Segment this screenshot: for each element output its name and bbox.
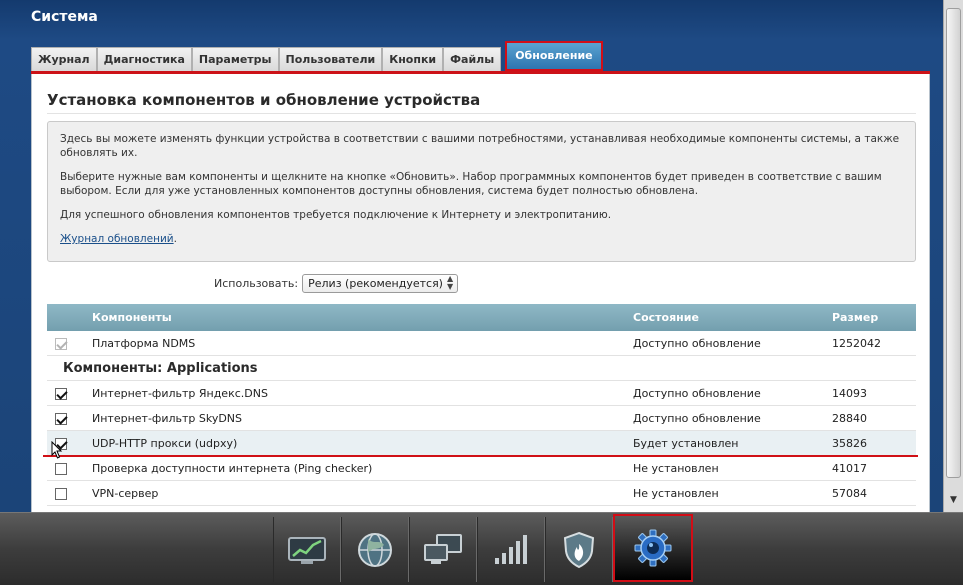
dock-wifi-button[interactable] xyxy=(477,517,545,582)
component-size: 28840 xyxy=(832,411,867,425)
divider xyxy=(47,113,916,114)
component-state: Не установлен xyxy=(633,461,719,475)
release-channel-value: Релиз (рекомендуется) xyxy=(308,276,443,290)
scroll-down-arrow-icon[interactable]: ▼ xyxy=(946,492,961,508)
info-box: Здесь вы можете изменять функции устройс… xyxy=(47,121,916,262)
dock-security-button[interactable] xyxy=(545,517,613,582)
scrollbar-thumb[interactable] xyxy=(946,8,961,478)
annotation-line xyxy=(43,455,918,457)
table-header: Компоненты Состояние Размер xyxy=(47,304,916,331)
component-size: 57084 xyxy=(832,486,867,500)
tab-bar: Журнал Диагностика Параметры Пользовател… xyxy=(31,41,603,72)
signal-bars-icon xyxy=(495,534,527,564)
header-state: Состояние xyxy=(633,311,699,324)
system-window: Система Журнал Диагностика Параметры Пол… xyxy=(0,0,943,512)
page-title: Установка компонентов и обновление устро… xyxy=(47,91,481,109)
component-name: Интернет-фильтр SkyDNS xyxy=(92,411,243,425)
component-size: 41017 xyxy=(832,461,867,475)
release-channel-label: Использовать: xyxy=(214,276,299,290)
updown-chevron-icon: ▲ ▼ xyxy=(446,274,454,291)
component-state: Доступно обновление xyxy=(633,336,761,350)
tab-log[interactable]: Журнал xyxy=(31,47,97,71)
header-components: Компоненты xyxy=(92,311,172,324)
component-checkbox[interactable] xyxy=(55,387,67,400)
release-channel-select[interactable]: Релиз (рекомендуется) ▲ ▼ xyxy=(302,273,459,293)
tab-parameters[interactable]: Параметры xyxy=(191,47,279,71)
group-title-applications: Компоненты: Applications xyxy=(47,356,916,381)
globe-icon xyxy=(358,532,392,567)
info-paragraph-3: Для успешного обновления компонентов тре… xyxy=(60,209,612,221)
component-checkbox[interactable] xyxy=(55,487,67,500)
header-size: Размер xyxy=(832,311,879,324)
network-computers-icon xyxy=(424,533,462,564)
dock xyxy=(273,514,693,582)
tab-update[interactable]: Обновление xyxy=(505,41,603,71)
update-log-line: Журнал обновлений. xyxy=(60,232,903,246)
table-row-platform: Платформа NDMS Доступно обновление 12520… xyxy=(47,331,916,356)
info-paragraph-1: Здесь вы можете изменять функции устройс… xyxy=(60,133,900,159)
components-table: Компоненты Состояние Размер Платформа ND… xyxy=(47,304,916,506)
content-panel: Установка компонентов и обновление устро… xyxy=(31,74,930,512)
component-name: Платформа NDMS xyxy=(92,336,196,350)
table-row: VPN-сервер Не установлен 57084 xyxy=(47,481,916,506)
component-state: Доступно обновление xyxy=(633,386,761,400)
dock-home-network-button[interactable] xyxy=(409,517,477,582)
component-state: Будет установлен xyxy=(633,436,739,450)
dock-internet-button[interactable] xyxy=(341,517,409,582)
component-size: 14093 xyxy=(832,386,867,400)
component-size: 1252042 xyxy=(832,336,881,350)
tab-buttons[interactable]: Кнопки xyxy=(382,47,444,71)
tab-diagnostics[interactable]: Диагностика xyxy=(96,47,192,71)
app-title: Система xyxy=(31,9,98,25)
component-name: Интернет-фильтр Яндекс.DNS xyxy=(92,386,268,400)
mouse-pointer-icon xyxy=(51,441,63,459)
component-checkbox[interactable] xyxy=(55,462,67,475)
table-row: Проверка доступности интернета (Ping che… xyxy=(47,456,916,481)
component-name: VPN-сервер xyxy=(92,486,159,500)
info-paragraph-2: Выберите нужные вам компоненты и щелкнит… xyxy=(60,171,882,197)
table-row: UDP-HTTP прокси (udpxy) Будет установлен… xyxy=(47,431,916,456)
tab-files[interactable]: Файлы xyxy=(443,47,502,71)
component-state: Доступно обновление xyxy=(633,411,761,425)
dock-system-button[interactable] xyxy=(613,514,693,582)
release-channel-row: Использовать: Релиз (рекомендуется) ▲ ▼ xyxy=(214,273,459,293)
dock-monitor-button[interactable] xyxy=(273,517,341,582)
tab-users[interactable]: Пользователи xyxy=(278,47,383,71)
update-log-link[interactable]: Журнал обновлений xyxy=(60,233,174,245)
shield-flame-icon xyxy=(563,531,595,568)
chart-monitor-icon xyxy=(288,536,326,564)
component-size: 35826 xyxy=(832,436,867,450)
gear-icon xyxy=(634,529,672,567)
table-row: Интернет-фильтр SkyDNS Доступно обновлен… xyxy=(47,406,916,431)
table-row: Интернет-фильтр Яндекс.DNS Доступно обно… xyxy=(47,381,916,406)
scrollbar[interactable]: ▼ xyxy=(943,0,963,512)
component-state: Не установлен xyxy=(633,486,719,500)
link-suffix: . xyxy=(173,233,177,245)
component-checkbox[interactable] xyxy=(55,412,67,425)
component-name: UDP-HTTP прокси (udpxy) xyxy=(92,436,238,450)
platform-checkbox xyxy=(55,337,67,350)
taskbar xyxy=(0,512,963,585)
component-name: Проверка доступности интернета (Ping che… xyxy=(92,461,373,475)
